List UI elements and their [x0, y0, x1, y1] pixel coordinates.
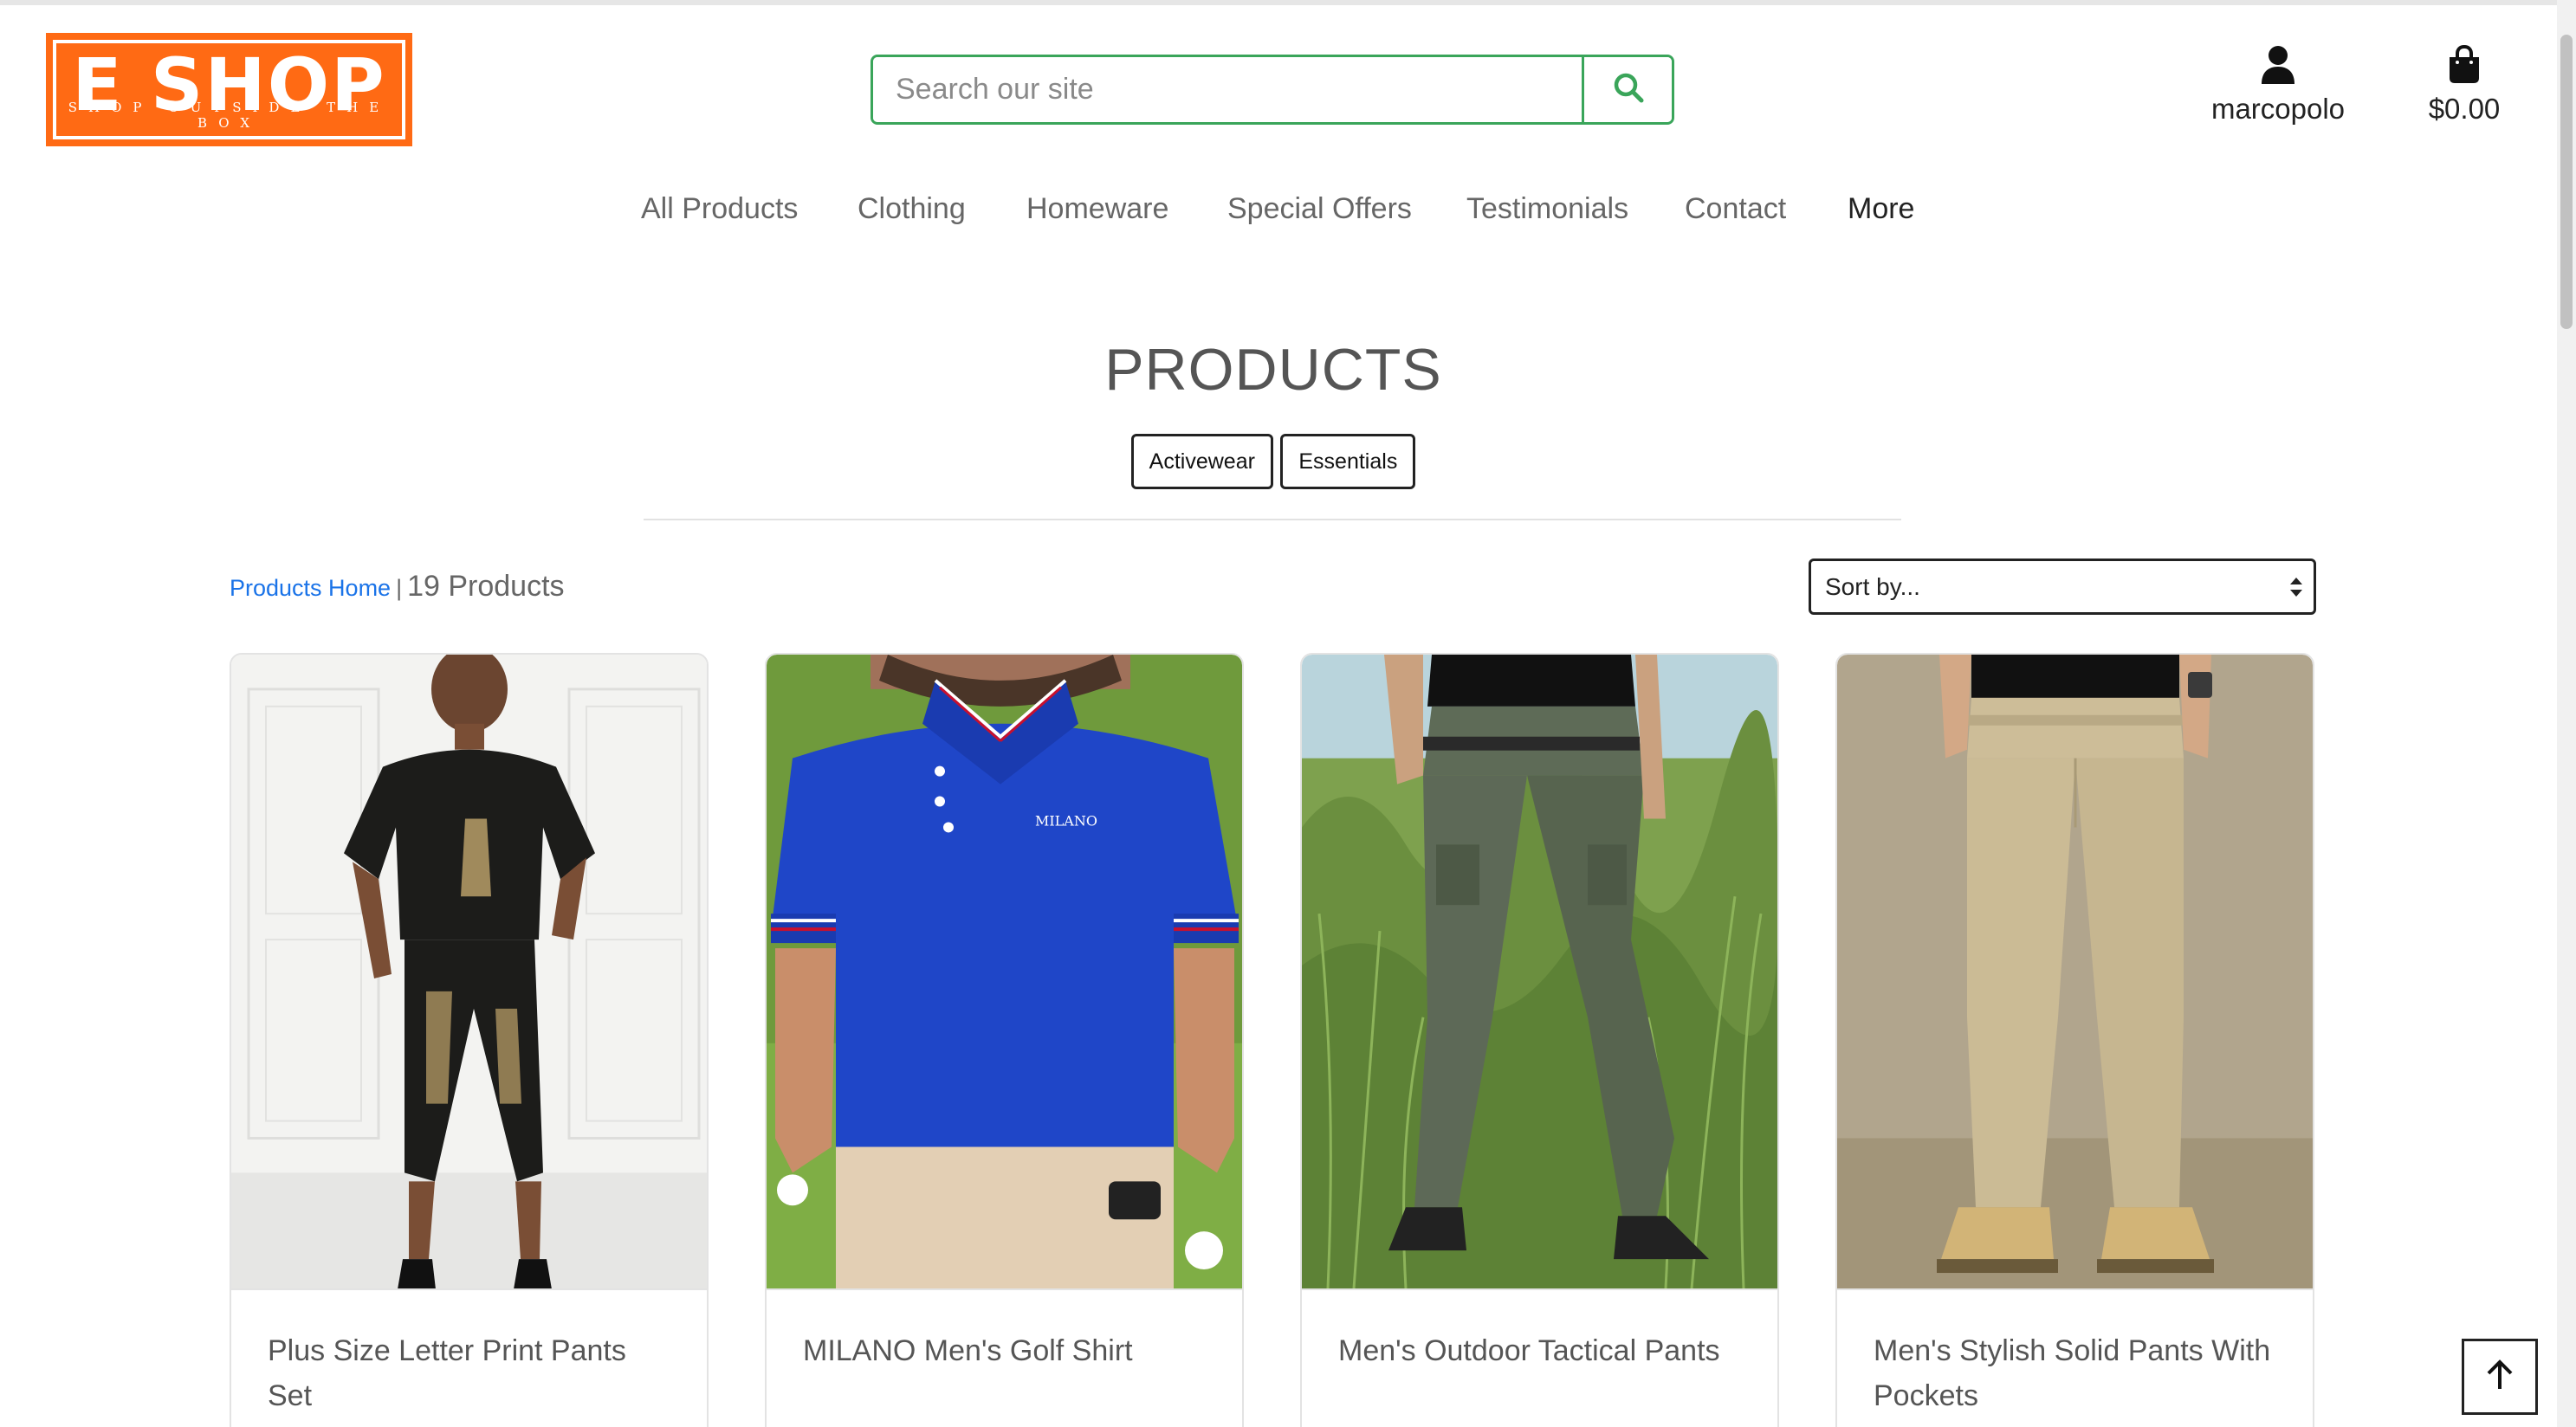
page-scrollbar[interactable] — [2557, 0, 2576, 1427]
nav-special-offers[interactable]: Special Offers — [1227, 192, 1412, 226]
nav-all-products[interactable]: All Products — [641, 192, 798, 226]
shopping-bag-link[interactable]: $0.00 — [2408, 44, 2521, 126]
nav-homeware[interactable]: Homeware — [1026, 192, 1168, 226]
product-count: 19 Products — [407, 570, 565, 603]
shirt-logo-text: MILANO — [1035, 812, 1097, 829]
heading-divider — [644, 519, 1901, 520]
bag-total: $0.00 — [2428, 93, 2501, 125]
top-border — [0, 0, 2576, 5]
sort-select[interactable]: Sort by... — [1809, 559, 2316, 615]
product-image[interactable] — [231, 655, 707, 1290]
logo-frame: E SHOP SHOP OUTSIDE THE BOX — [53, 40, 405, 139]
product-card[interactable]: Plus Size Letter Print Pants Set — [230, 653, 709, 1427]
user-icon — [2261, 46, 2295, 88]
product-title[interactable]: Men's Stylish Solid Pants With Pockets — [1874, 1328, 2281, 1418]
sort-arrows-icon — [2279, 576, 2314, 598]
page-title: PRODUCTS — [1104, 337, 1442, 403]
account-username: marcopolo — [2210, 93, 2346, 125]
product-image[interactable] — [1302, 655, 1777, 1290]
product-card[interactable]: MILANO MILANO Men's Golf Shirt — [765, 653, 1244, 1427]
nav-more[interactable]: More — [1848, 192, 1914, 226]
shopping-bag-icon — [2447, 44, 2482, 88]
search-bar — [871, 55, 1674, 125]
nav-clothing[interactable]: Clothing — [858, 192, 966, 226]
account-link[interactable]: marcopolo — [2191, 45, 2365, 126]
breadcrumb-separator: | — [396, 575, 403, 601]
category-chips: Activewear Essentials — [0, 434, 2547, 489]
main-nav: All Products Clothing Homeware Special O… — [0, 192, 2576, 236]
product-card[interactable]: Men's Stylish Solid Pants With Pockets — [1835, 653, 2314, 1427]
arrow-up-icon — [2486, 1359, 2514, 1395]
sort-selected-value: Sort by... — [1825, 572, 1920, 600]
scrollbar-thumb[interactable] — [2560, 35, 2573, 329]
product-image[interactable] — [1837, 655, 2313, 1290]
logo-tagline: SHOP OUTSIDE THE BOX — [68, 100, 391, 131]
back-to-top-button[interactable] — [2462, 1339, 2538, 1415]
category-chip-activewear[interactable]: Activewear — [1130, 434, 1273, 489]
search-button[interactable] — [1582, 57, 1672, 122]
product-image[interactable]: MILANO — [767, 655, 1242, 1290]
category-chip-essentials[interactable]: Essentials — [1280, 434, 1416, 489]
product-title[interactable]: MILANO Men's Golf Shirt — [803, 1328, 1210, 1373]
products-home-link[interactable]: Products Home — [230, 575, 391, 601]
site-logo[interactable]: E SHOP SHOP OUTSIDE THE BOX — [46, 33, 412, 146]
product-title[interactable]: Plus Size Letter Print Pants Set — [268, 1328, 675, 1418]
product-title[interactable]: Men's Outdoor Tactical Pants — [1338, 1328, 1745, 1373]
product-card[interactable]: Men's Outdoor Tactical Pants — [1300, 653, 1779, 1427]
nav-contact[interactable]: Contact — [1685, 192, 1786, 226]
search-icon — [1612, 71, 1645, 108]
search-input[interactable] — [873, 57, 1582, 122]
breadcrumb: Products Home | 19 Products — [230, 570, 565, 604]
nav-testimonials[interactable]: Testimonials — [1466, 192, 1628, 226]
